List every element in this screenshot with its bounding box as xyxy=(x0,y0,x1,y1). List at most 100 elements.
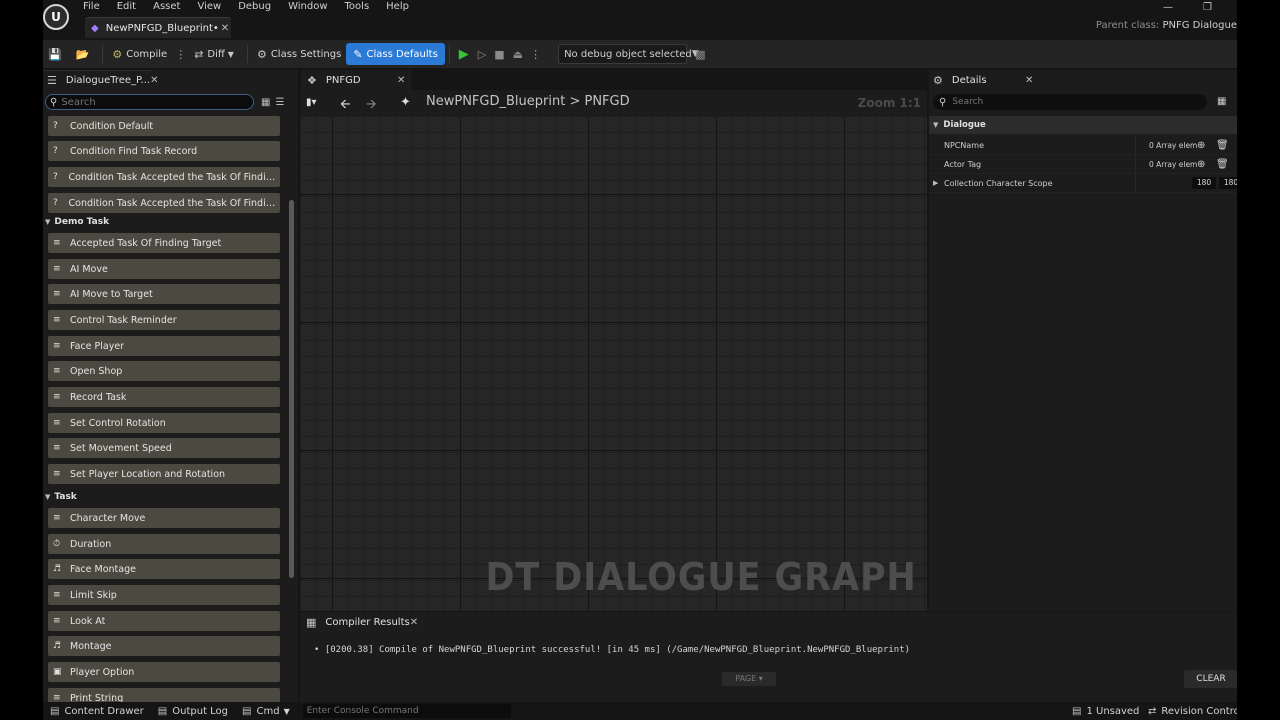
breadcrumb-leaf[interactable]: PNFGD xyxy=(584,94,629,109)
minimize-icon[interactable]: — xyxy=(1163,2,1173,13)
parent-class-value[interactable]: PNFG Dialogue xyxy=(1162,20,1237,31)
list-item[interactable]: ≡ Accepted Task Of Finding Target xyxy=(48,233,280,253)
restore-icon[interactable]: ❐ xyxy=(1203,2,1212,13)
list-view-icon[interactable]: ☰ xyxy=(275,97,284,108)
menu-view[interactable]: View xyxy=(197,0,230,14)
close-icon[interactable]: ✕ xyxy=(397,75,411,86)
step-icon[interactable]: ▷ xyxy=(474,48,490,61)
scope-x-field[interactable]: 180 xyxy=(1192,177,1216,189)
unsaved-button[interactable]: ▤ 1 Unsaved xyxy=(1065,702,1146,720)
close-icon[interactable]: ✕ xyxy=(1025,75,1039,86)
list-item[interactable]: ≡ Open Shop xyxy=(48,361,280,381)
grid-view-icon[interactable]: ▦ xyxy=(261,97,270,108)
graph-tab-label: PNFGD xyxy=(325,74,361,86)
menu-asset[interactable]: Asset xyxy=(153,0,189,14)
close-icon[interactable]: ✕ xyxy=(219,23,231,34)
list-item[interactable]: ♬ Face Montage xyxy=(48,559,280,579)
category-demo-task[interactable]: ▼ Demo Task xyxy=(45,215,109,229)
list-item[interactable]: ⏱ Duration xyxy=(48,534,280,554)
class-settings-button[interactable]: ⚙ Class Settings xyxy=(252,43,346,65)
list-item[interactable]: ≡ Face Player xyxy=(48,336,280,356)
details-search[interactable]: ⚲ xyxy=(933,94,1207,110)
list-item[interactable]: ? Condition Task Accepted the Task Of Fin… xyxy=(48,167,280,187)
save-button[interactable]: 💾 xyxy=(43,43,71,65)
list-item[interactable]: ♬ Montage xyxy=(48,636,280,656)
category-task[interactable]: ▼ Task xyxy=(45,490,77,504)
document-tab[interactable]: ◆ NewPNFGD_Blueprint• ✕ xyxy=(85,17,231,38)
palette-tab[interactable]: ☰ DialogueTree_P... ✕ xyxy=(43,70,158,90)
list-item[interactable]: ≡ Print String xyxy=(48,688,280,702)
class-defaults-button[interactable]: ✎ Class Defaults xyxy=(346,43,445,65)
eject-icon[interactable]: ⏏ xyxy=(509,48,527,61)
add-element-icon[interactable]: ⊕ xyxy=(1197,159,1205,170)
revision-control-button[interactable]: ⇄Revision Control▼ xyxy=(1141,702,1237,720)
list-item[interactable]: ? Condition Default xyxy=(48,116,280,136)
list-item-label: Set Player Location and Rotation xyxy=(70,468,226,480)
tab-compiler-results[interactable]: ▦ Compiler Results ✕ xyxy=(300,612,418,632)
task-icon: ≡ xyxy=(53,289,61,299)
content-drawer-button[interactable]: ▤ Content Drawer xyxy=(43,702,151,720)
trash-icon[interactable]: 🗑 xyxy=(1216,140,1229,151)
clear-button[interactable]: CLEAR xyxy=(1184,670,1237,688)
save-icon: 💾 xyxy=(48,47,62,61)
debug-filter-icon[interactable]: ▩ xyxy=(691,48,709,61)
list-item[interactable]: ≡ AI Move to Target xyxy=(48,284,280,304)
parent-class: Parent class: PNFG Dialogue xyxy=(1096,20,1237,31)
expand-arrow-icon[interactable]: ▶ xyxy=(933,179,938,187)
close-icon[interactable]: ✕ xyxy=(410,617,418,628)
list-item[interactable]: ? Condition Find Task Record xyxy=(48,141,280,161)
list-item[interactable]: ▣ Player Option xyxy=(48,662,280,682)
trash-icon[interactable]: 🗑 xyxy=(1216,159,1229,170)
output-log-button[interactable]: ▤ Output Log xyxy=(151,702,235,720)
property-name: Collection Character Scope xyxy=(944,178,1053,188)
menu-debug[interactable]: Debug xyxy=(238,0,280,14)
list-item[interactable]: ≡ Look At xyxy=(48,611,280,631)
list-item[interactable]: ≡ Record Task xyxy=(48,387,280,407)
list-item[interactable]: ≡ AI Move xyxy=(48,259,280,279)
task-icon: ≡ xyxy=(53,315,61,325)
scope-y-field[interactable]: 180 xyxy=(1219,177,1237,189)
menu-file[interactable]: File xyxy=(83,0,109,14)
palette-scrollbar[interactable] xyxy=(289,200,294,578)
console-command-input[interactable] xyxy=(302,704,511,718)
cmd-button[interactable]: ▤ Cmd ▼ xyxy=(235,702,297,720)
close-icon[interactable]: ✕ xyxy=(150,75,158,86)
forward-arrow-icon[interactable]: 🡪 xyxy=(366,95,377,117)
menu-help[interactable]: Help xyxy=(386,0,418,14)
list-item[interactable]: ≡ Set Player Location and Rotation xyxy=(48,464,280,484)
compile-button[interactable]: ⚙ Compile xyxy=(107,43,172,65)
details-tab[interactable]: ⚙ Details ✕ xyxy=(929,70,1039,90)
tab-pnfgd[interactable]: ❖ PNFGD ✕ xyxy=(301,70,411,90)
list-item[interactable]: ≡ Control Task Reminder xyxy=(48,310,280,330)
details-panel: ⚙ Details ✕ ⚲ ▦ ▼ Dialogue NPCName 0 Arr… xyxy=(929,70,1237,611)
menu-edit[interactable]: Edit xyxy=(117,0,145,14)
compile-options-icon[interactable]: ⋮ xyxy=(172,48,189,61)
breadcrumb-root[interactable]: NewPNFGD_Blueprint xyxy=(426,94,565,109)
graph-canvas[interactable]: DT DIALOGUE GRAPH xyxy=(300,116,927,611)
diff-button[interactable]: ⇄ Diff ▼ xyxy=(189,43,243,65)
menu-tools[interactable]: Tools xyxy=(345,0,379,14)
table-view-icon[interactable]: ▦ xyxy=(1217,96,1226,107)
play-icon[interactable]: ▶ xyxy=(454,47,474,62)
list-item[interactable]: ? Condition Task Accepted the Task Of Fin… xyxy=(48,193,280,213)
play-options-icon[interactable]: ⋮ xyxy=(527,48,544,61)
palette-search-input[interactable] xyxy=(57,96,238,108)
column-divider[interactable] xyxy=(1135,134,1136,194)
menu-window[interactable]: Window xyxy=(288,0,336,14)
list-item[interactable]: ≡ Limit Skip xyxy=(48,585,280,605)
list-item[interactable]: ≡ Character Move xyxy=(48,508,280,528)
unreal-logo-icon[interactable]: U xyxy=(43,4,69,30)
debug-object-select[interactable]: No debug object selected ▼ xyxy=(558,44,699,64)
list-item[interactable]: ≡ Set Control Rotation xyxy=(48,413,280,433)
back-arrow-icon[interactable]: 🡨 xyxy=(340,95,351,117)
compile-icon: ⚙ xyxy=(112,47,123,61)
browse-button[interactable]: 📂 xyxy=(71,43,99,65)
list-item[interactable]: ≡ Set Movement Speed xyxy=(48,438,280,458)
add-element-icon[interactable]: ⊕ xyxy=(1197,140,1205,151)
details-category-dialogue[interactable]: ▼ Dialogue xyxy=(929,116,1237,134)
palette-search[interactable]: ⚲ xyxy=(45,94,254,110)
bookmark-icon[interactable]: ▮▾ xyxy=(306,97,317,108)
details-search-input[interactable] xyxy=(952,97,1193,107)
page-button[interactable]: PAGE ▾ xyxy=(722,672,776,686)
stop-icon[interactable]: ■ xyxy=(490,48,508,61)
